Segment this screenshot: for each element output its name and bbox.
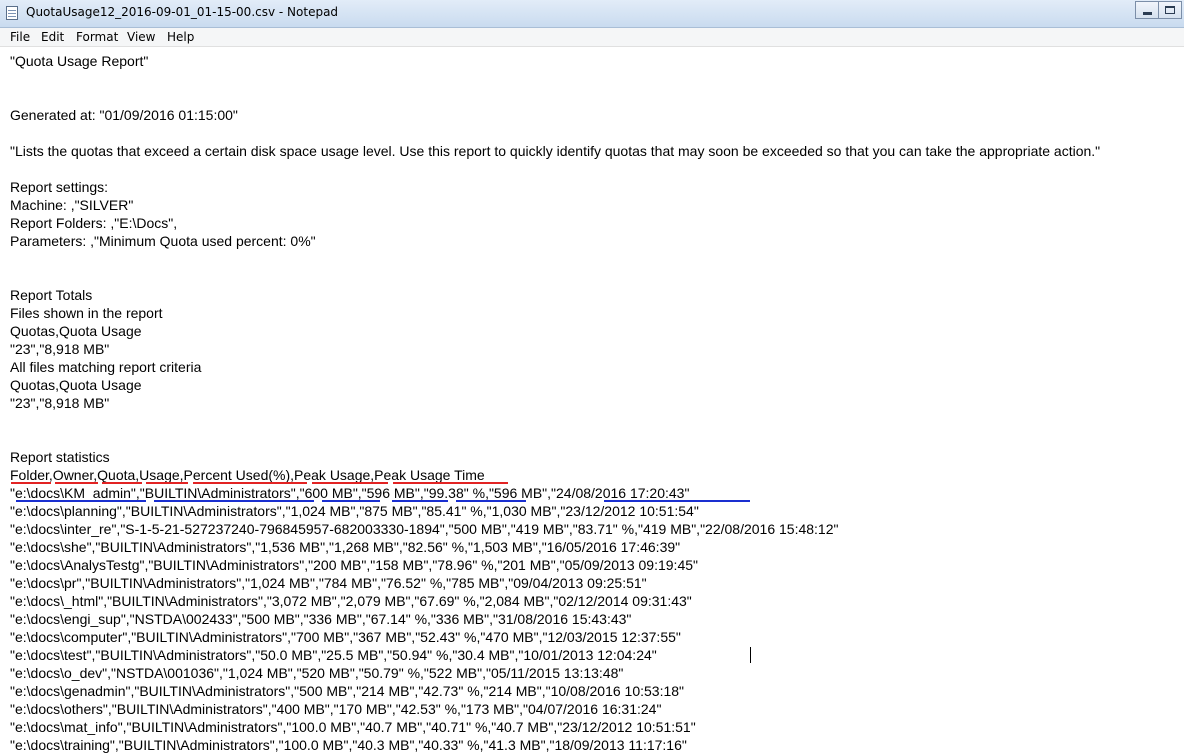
notepad-icon — [6, 6, 18, 20]
text-line: Quotas,Quota Usage — [10, 377, 142, 393]
menu-format[interactable]: Format — [76, 30, 118, 44]
row-underline — [322, 500, 380, 502]
row-underline — [154, 500, 314, 502]
header-underline — [146, 482, 188, 484]
row-underline — [604, 500, 750, 502]
text-line: "e:\docs\genadmin","BUILTIN\Administrato… — [10, 683, 684, 699]
text-line: "e:\docs\training","BUILTIN\Administrato… — [10, 737, 687, 753]
header-underline — [102, 482, 142, 484]
window-title: QuotaUsage12_2016-09-01_01-15-00.csv - N… — [26, 5, 339, 19]
text-line: All files matching report criteria — [10, 359, 202, 375]
text-line: "e:\docs\inter_re","S-1-5-21-527237240-7… — [10, 521, 839, 537]
text-line: "e:\docs\AnalysTestg","BUILTIN\Administr… — [10, 557, 698, 573]
text-line: "e:\docs\engi_sup","NSTDA\002433","500 M… — [10, 611, 632, 627]
window-controls — [1135, 1, 1182, 19]
text-line: Generated at: "01/09/2016 01:15:00" — [10, 107, 238, 123]
row-underline — [392, 500, 448, 502]
text-line: "e:\docs\pr","BUILTIN\Administrators","1… — [10, 575, 647, 591]
text-line: "e:\docs\planning","BUILTIN\Administrato… — [10, 503, 699, 519]
text-line: "e:\docs\test","BUILTIN\Administrators",… — [10, 647, 657, 663]
row-underline — [456, 500, 526, 502]
text-line: Report statistics — [10, 449, 110, 465]
text-line: "23","8,918 MB" — [10, 341, 110, 357]
menu-file[interactable]: File — [10, 30, 30, 44]
text-line: "e:\docs\others","BUILTIN\Administrators… — [10, 701, 662, 717]
text-caret — [750, 647, 751, 663]
menu-edit[interactable]: Edit — [41, 30, 64, 44]
text-line: Parameters: ,"Minimum Quota used percent… — [10, 233, 316, 249]
text-line: "e:\docs\computer","BUILTIN\Administrato… — [10, 629, 681, 645]
header-underline — [312, 482, 388, 484]
title-bar[interactable]: QuotaUsage12_2016-09-01_01-15-00.csv - N… — [0, 0, 1184, 28]
text-line: "Quota Usage Report" — [10, 53, 149, 69]
maximize-button[interactable] — [1158, 1, 1182, 19]
menu-view[interactable]: View — [127, 30, 155, 44]
header-underline — [55, 482, 98, 484]
menu-help[interactable]: Help — [167, 30, 194, 44]
text-line: Report Folders: ,"E:\Docs", — [10, 215, 178, 231]
text-line: "e:\docs\mat_info","BUILTIN\Administrato… — [10, 719, 696, 735]
text-line: Report settings: — [10, 179, 109, 195]
maximize-icon — [1165, 6, 1175, 14]
menu-bar: File Edit Format View Help — [0, 28, 1184, 47]
header-underline — [193, 482, 307, 484]
text-line: "Lists the quotas that exceed a certain … — [10, 143, 1101, 159]
header-underline — [393, 482, 508, 484]
text-line: Machine: ,"SILVER" — [10, 197, 134, 213]
text-line: "23","8,918 MB" — [10, 395, 110, 411]
text-line: Report Totals — [10, 287, 93, 303]
row-underline — [16, 500, 146, 502]
text-line: "e:\docs\o_dev","NSTDA\001036","1,024 MB… — [10, 665, 624, 681]
header-underline — [11, 482, 51, 484]
text-line: Quotas,Quota Usage — [10, 323, 142, 339]
text-line: Files shown in the report — [10, 305, 163, 321]
minimize-button[interactable] — [1135, 1, 1159, 19]
text-line: "e:\docs\_html","BUILTIN\Administrators"… — [10, 593, 692, 609]
text-line: "e:\docs\she","BUILTIN\Administrators","… — [10, 539, 681, 555]
minimize-icon — [1142, 11, 1152, 15]
text-editor[interactable]: "Quota Usage Report" Generated at: "01/0… — [0, 47, 1184, 756]
